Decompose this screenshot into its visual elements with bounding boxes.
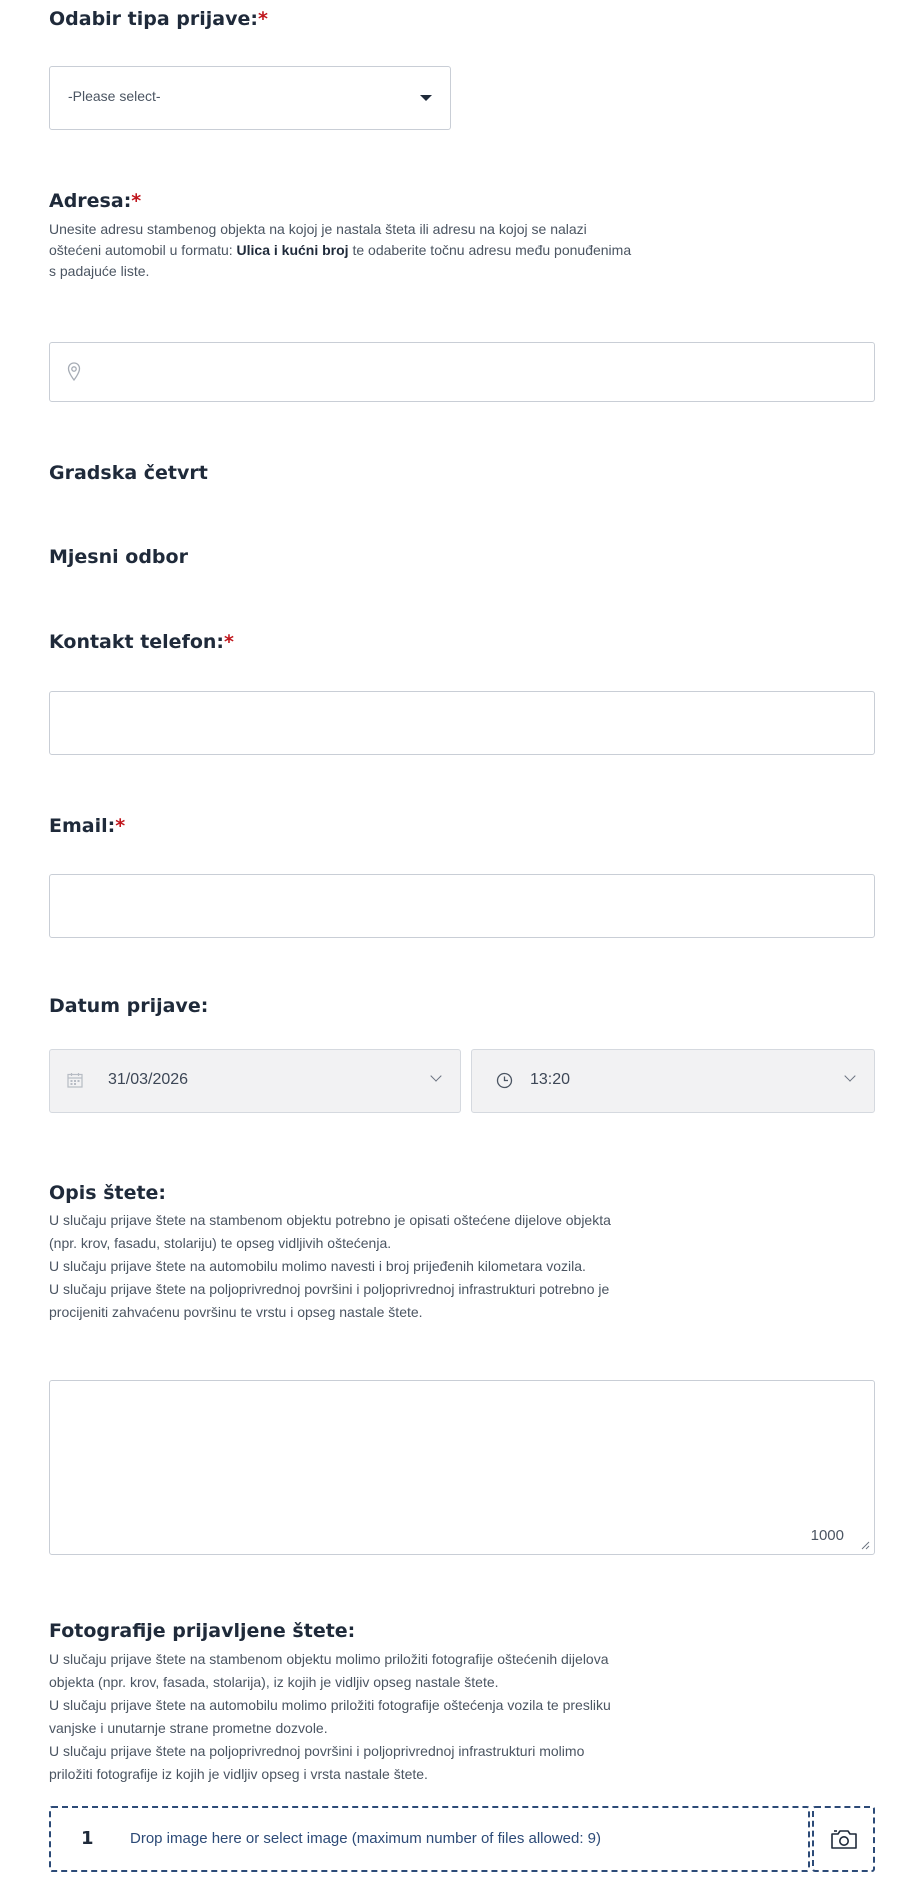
clock-icon xyxy=(496,1072,513,1089)
address-help: Unesite adresu stambenog objekta na kojo… xyxy=(49,219,631,282)
photos-label: Fotografije prijavljene štete: xyxy=(49,1620,356,1642)
description-label: Opis štete: xyxy=(49,1182,167,1204)
date-picker[interactable]: 31/03/2026 xyxy=(49,1049,461,1113)
photos-help-line: objekta (npr. krov, fasada, stolarija), … xyxy=(49,1674,499,1690)
phone-label-text: Kontakt telefon: xyxy=(49,631,225,653)
location-pin-icon xyxy=(67,362,81,382)
description-help-line: (npr. krov, fasadu, stolariju) te opseg … xyxy=(49,1235,392,1251)
email-label: Email:* xyxy=(49,815,125,837)
time-value: 13:20 xyxy=(530,1071,571,1088)
required-mark: * xyxy=(258,8,268,30)
address-label-text: Adresa: xyxy=(49,190,132,212)
address-help-format: Ulica i kućni broj xyxy=(236,242,349,258)
required-mark: * xyxy=(131,190,142,212)
phone-label: Kontakt telefon:* xyxy=(49,631,234,653)
camera-button[interactable] xyxy=(812,1806,875,1872)
date-value: 31/03/2026 xyxy=(108,1071,189,1088)
photos-help-line: priložiti fotografije iz kojih je vidlji… xyxy=(49,1766,428,1782)
description-help-line: U slučaju prijave štete na automobilu mo… xyxy=(49,1258,586,1274)
camera-icon xyxy=(831,1830,857,1849)
type-label-text: Odabir tipa prijave: xyxy=(49,8,258,30)
required-mark: * xyxy=(224,631,234,653)
address-help-line-1: Unesite adresu stambenog objekta na kojo… xyxy=(49,221,587,237)
description-textarea[interactable]: 1000 xyxy=(49,1380,875,1555)
photos-help: U slučaju prijave štete na stambenom obj… xyxy=(49,1648,611,1786)
image-drop-zone[interactable]: 1 Drop image here or select image (maxim… xyxy=(49,1806,810,1872)
description-help-line: U slučaju prijave štete na stambenom obj… xyxy=(49,1212,611,1228)
photos-help-line: U slučaju prijave štete na automobilu mo… xyxy=(49,1697,611,1713)
address-help-line-2: oštećeni automobil u formatu: Ulica i ku… xyxy=(49,240,631,261)
address-label: Adresa:* xyxy=(49,190,141,212)
council-label: Mjesni odbor xyxy=(49,546,188,568)
description-help: U slučaju prijave štete na stambenom obj… xyxy=(49,1209,611,1324)
type-select[interactable]: -Please select- xyxy=(49,66,451,130)
photos-help-line: U slučaju prijave štete na stambenom obj… xyxy=(49,1651,609,1667)
description-help-line: procijeniti zahvaćenu površinu te vrstu … xyxy=(49,1304,423,1320)
required-mark: * xyxy=(115,815,126,837)
resize-handle-icon[interactable] xyxy=(860,1540,870,1550)
email-label-text: Email: xyxy=(49,815,116,837)
description-help-line: U slučaju prijave štete na poljoprivredn… xyxy=(49,1281,610,1297)
chevron-down-icon xyxy=(430,1070,442,1082)
type-section: Odabir tipa prijave:* -Please select- xyxy=(0,0,910,140)
time-picker[interactable]: 13:20 xyxy=(471,1049,875,1113)
address-help-part: oštećeni automobil u formatu: xyxy=(49,242,237,258)
char-counter: 1000 xyxy=(810,1527,844,1544)
caret-down-icon xyxy=(420,95,432,101)
type-select-value: -Please select- xyxy=(68,88,161,104)
email-input[interactable] xyxy=(49,874,875,938)
calendar-icon xyxy=(67,1073,83,1088)
date-label: Datum prijave: xyxy=(49,995,209,1017)
type-label: Odabir tipa prijave:* xyxy=(49,8,268,30)
address-input[interactable] xyxy=(49,342,875,402)
address-help-part: te odaberite točnu adresu među ponuđenim… xyxy=(348,242,632,258)
photos-help-line: vanjske i unutarnje strane prometne dozv… xyxy=(49,1720,328,1736)
district-label: Gradska četvrt xyxy=(49,462,208,484)
address-help-line-3: s padajuće liste. xyxy=(49,263,150,279)
drop-zone-text[interactable]: Drop image here or select image (maximum… xyxy=(130,1830,601,1847)
photos-help-line: U slučaju prijave štete na poljoprivredn… xyxy=(49,1743,585,1759)
drop-zone-number: 1 xyxy=(81,1828,94,1849)
phone-input[interactable] xyxy=(49,691,875,755)
chevron-down-icon xyxy=(844,1070,856,1082)
